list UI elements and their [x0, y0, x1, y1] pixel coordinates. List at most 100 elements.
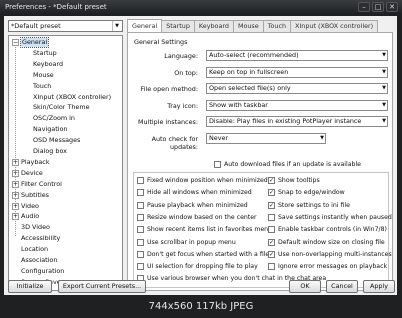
- checkbox-box[interactable]: [137, 201, 144, 209]
- collapse-icon[interactable]: −: [12, 39, 19, 46]
- default-window-size-on-closing-file-checkbox[interactable]: ✓ Default window size on closing file: [268, 238, 385, 246]
- tree-item-startup[interactable]: Startup: [33, 49, 57, 58]
- apply-button[interactable]: Apply: [363, 280, 395, 293]
- save-settings-instantly-when-paused-checkbox[interactable]: Save settings instantly when paused: [268, 213, 392, 221]
- resize-window-based-on-the-center-checkbox[interactable]: Resize window based on the center: [137, 213, 257, 221]
- tree-item-skin-color-theme[interactable]: Skin/Color Theme: [33, 103, 90, 112]
- chevron-down-icon[interactable]: ▼: [382, 101, 386, 110]
- check-icon[interactable]: ✓: [268, 238, 275, 246]
- tree-item-location[interactable]: Location: [21, 245, 48, 254]
- check-icon[interactable]: ✓: [268, 201, 275, 209]
- tree-item-configuration[interactable]: Configuration: [21, 267, 64, 276]
- minimize-button[interactable]: –: [358, 2, 370, 12]
- checkbox-label: Hide all windows when minimized: [147, 189, 252, 197]
- use-scrollbar-in-popup-menu-checkbox[interactable]: Use scrollbar in popup menu: [137, 238, 236, 246]
- expand-icon[interactable]: +: [12, 158, 19, 166]
- tab-xinput-xbox-controller[interactable]: XInput (XBOX controller): [290, 20, 379, 32]
- checkbox-box[interactable]: [268, 263, 275, 271]
- checkbox-box[interactable]: [137, 263, 144, 271]
- store-settings-to-ini-file-checkbox[interactable]: ✓ Store settings to ini file: [268, 201, 350, 209]
- preset-select[interactable]: *Default preset ▼: [8, 20, 123, 32]
- tree-item-video[interactable]: Video: [21, 202, 39, 211]
- general-page: General Settings Language: Auto-select (r…: [127, 32, 393, 291]
- check-icon[interactable]: ✓: [268, 177, 275, 184]
- chevron-down-icon[interactable]: ▼: [112, 21, 121, 31]
- tab-mouse[interactable]: Mouse: [232, 20, 264, 32]
- tree-item-subtitles[interactable]: Subtitles: [21, 191, 49, 200]
- file-open-method-select[interactable]: Open selected file(s) only ▼: [206, 83, 388, 94]
- checkbox-box[interactable]: [137, 238, 144, 246]
- window-controls: – □ ✕: [358, 2, 398, 12]
- show-tooltips-checkbox[interactable]: ✓ Show tooltips: [268, 177, 320, 184]
- show-recent-items-list-in-favorites-menu-checkbox[interactable]: Show recent items list in favorites menu: [137, 226, 272, 234]
- chevron-down-icon[interactable]: ▼: [382, 84, 386, 93]
- tree-item-mouse[interactable]: Mouse: [33, 71, 54, 80]
- tree-item-xinput-xbox-controller[interactable]: XInput (XBOX controller): [33, 93, 111, 102]
- checkbox-box[interactable]: [137, 213, 144, 221]
- tree-item-dialog-box[interactable]: Dialog box: [33, 147, 67, 156]
- tree-item-general[interactable]: General: [19, 37, 50, 48]
- expand-icon[interactable]: +: [12, 213, 19, 221]
- language-select[interactable]: Auto-select (recommended) ▼: [206, 50, 388, 61]
- check-icon[interactable]: ✓: [268, 250, 275, 258]
- chevron-down-icon[interactable]: ▼: [382, 117, 386, 126]
- tree-item-osc-zoom-in[interactable]: OSC/Zoom in: [33, 114, 75, 123]
- checkbox-label: UI selection for dropping file to play: [147, 263, 258, 271]
- checkbox-box[interactable]: [268, 226, 275, 234]
- multiple-instances-select[interactable]: Disable: Play files in existing PotPlaye…: [206, 116, 388, 127]
- use-non-overlapping-multi-instances-checkbox[interactable]: ✓ Use non-overlapping multi-instances: [268, 250, 392, 258]
- tree-item-association[interactable]: Association: [21, 256, 57, 265]
- settings-tree[interactable]: − General Startup Keyboard Mouse Touch XInput …: [8, 35, 123, 291]
- snap-to-edge-window-checkbox[interactable]: ✓ Snap to edge/window: [268, 189, 345, 197]
- enable-taskbar-controls-in-win7-8-checkbox[interactable]: Enable taskbar controls (in Win7/8): [268, 226, 387, 234]
- expand-icon[interactable]: +: [12, 191, 19, 199]
- on-top-select[interactable]: Keep on top in fullscreen ▼: [206, 66, 388, 78]
- checkbox-label: Ignore error messages on playback: [278, 263, 388, 271]
- ignore-error-messages-on-playback-checkbox[interactable]: Ignore error messages on playback: [268, 263, 388, 271]
- checkbox-label: Snap to edge/window: [278, 189, 345, 197]
- checkbox-box[interactable]: [137, 177, 144, 184]
- checkbox-box[interactable]: [137, 250, 144, 258]
- export-presets-button[interactable]: Export Current Presets...: [58, 280, 146, 293]
- pause-playback-when-minimized-checkbox[interactable]: Pause playback when minimized: [137, 201, 248, 209]
- auto-check-for-updates-select[interactable]: Never ▼: [206, 132, 326, 144]
- tab-general[interactable]: General: [127, 19, 163, 32]
- tree-item-filter-control[interactable]: Filter Control: [21, 180, 62, 189]
- tree-item-device[interactable]: Device: [21, 169, 43, 178]
- fixed-window-position-when-minimized-checkbox[interactable]: Fixed window position when minimized: [137, 177, 268, 184]
- checkbox-box[interactable]: [268, 213, 275, 221]
- expand-icon[interactable]: +: [12, 169, 19, 177]
- maximize-button[interactable]: □: [372, 2, 384, 12]
- tree-item-audio[interactable]: Audio: [21, 212, 39, 221]
- select-value: Show with taskbar: [209, 100, 268, 109]
- auto-download-checkbox[interactable]: Auto download files if an update is avai…: [214, 161, 361, 168]
- tree-item-keyboard[interactable]: Keyboard: [33, 60, 63, 69]
- ui-selection-for-dropping-file-to-play-checkbox[interactable]: UI selection for dropping file to play: [137, 263, 258, 271]
- ok-button[interactable]: OK: [289, 280, 321, 293]
- tray-icon-select[interactable]: Show with taskbar ▼: [206, 99, 388, 111]
- check-icon[interactable]: ✓: [268, 189, 275, 197]
- tab-startup[interactable]: Startup: [161, 20, 195, 32]
- initialize-button[interactable]: Initialize: [8, 280, 52, 293]
- expand-icon[interactable]: +: [12, 180, 19, 188]
- tree-item-osd-messages[interactable]: OSD Messages: [33, 136, 80, 145]
- checkbox-box[interactable]: [214, 161, 221, 168]
- image-caption: 744x560 117kb JPEG: [0, 296, 402, 318]
- chevron-down-icon[interactable]: ▼: [382, 68, 386, 77]
- checkbox-box[interactable]: [137, 226, 144, 234]
- tree-item-playback[interactable]: Playback: [21, 158, 50, 167]
- tab-touch[interactable]: Touch: [262, 20, 292, 32]
- tree-item-accessibility[interactable]: Accessibility: [21, 234, 60, 243]
- chevron-down-icon[interactable]: ▼: [320, 134, 324, 143]
- close-button[interactable]: ✕: [386, 2, 398, 12]
- hide-all-windows-when-minimized-checkbox[interactable]: Hide all windows when minimized: [137, 189, 252, 197]
- cancel-button[interactable]: Cancel: [326, 280, 358, 293]
- tab-keyboard[interactable]: Keyboard: [193, 20, 234, 32]
- checkbox-box[interactable]: [137, 189, 144, 197]
- tree-item-3d-video[interactable]: 3D Video: [21, 223, 50, 232]
- chevron-down-icon[interactable]: ▼: [382, 51, 386, 60]
- tree-item-touch[interactable]: Touch: [33, 82, 51, 91]
- tree-item-navigation[interactable]: Navigation: [33, 125, 67, 134]
- expand-icon[interactable]: +: [12, 202, 19, 210]
- don-t-get-focus-when-started-with-a-file-checkbox[interactable]: Don't get focus when started with a file: [137, 250, 269, 258]
